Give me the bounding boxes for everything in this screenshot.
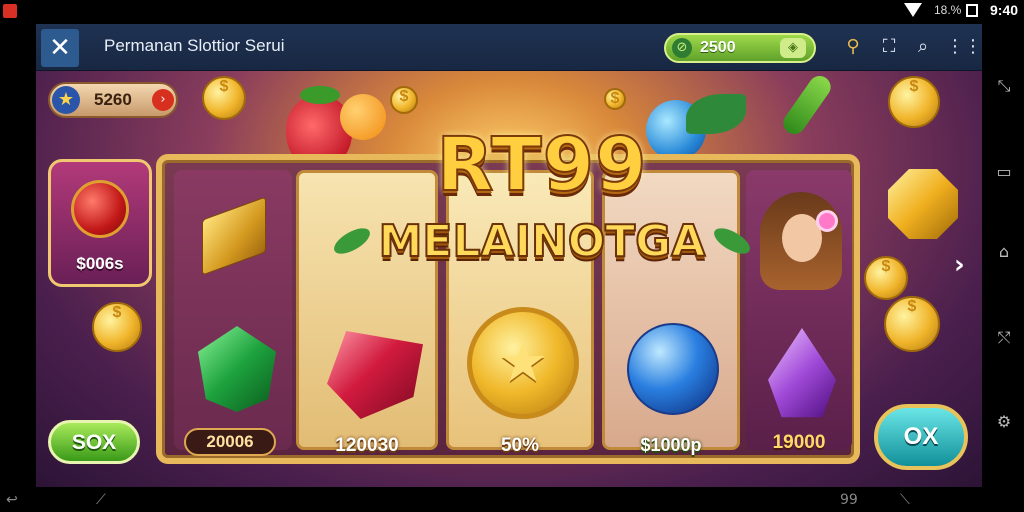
fullscreen-icon[interactable]: ⛶ bbox=[878, 36, 900, 58]
game-logo: RT99 MELAINOTGA bbox=[330, 121, 754, 312]
window-title: Permanan Slottior Serui bbox=[104, 36, 285, 55]
reel-5-value: 19000 bbox=[772, 432, 826, 453]
score-value: 5260 bbox=[94, 90, 132, 109]
floating-coin bbox=[202, 76, 246, 120]
home-icon[interactable]: ⌂ bbox=[994, 242, 1014, 262]
bonus-value: $006s bbox=[76, 254, 124, 273]
bottom-nav: ↩ ⟋ 99 ⟍ bbox=[0, 488, 1024, 512]
lady-portrait-icon bbox=[760, 192, 842, 290]
amethyst-icon bbox=[768, 328, 836, 418]
floating-coin bbox=[390, 86, 418, 114]
nav-left-icon[interactable]: ⟋ bbox=[96, 492, 106, 508]
search-icon[interactable]: ⌕ bbox=[912, 36, 934, 58]
pepper-icon bbox=[779, 71, 835, 139]
reel-1: 20006 bbox=[174, 170, 292, 456]
ruby-icon bbox=[327, 331, 423, 419]
floating-coin bbox=[604, 88, 626, 110]
reel-4-value: $1000p bbox=[640, 435, 702, 455]
logo-title: RT99 bbox=[435, 121, 648, 209]
floating-coin bbox=[884, 296, 940, 352]
battery-icon bbox=[966, 4, 978, 17]
back-icon[interactable]: ↩ bbox=[6, 492, 18, 508]
bottom-nav-text: 99 bbox=[840, 492, 858, 508]
coin-icon: ⊘ bbox=[672, 38, 692, 58]
gold-bar-icon bbox=[202, 196, 266, 276]
emerald-icon bbox=[198, 326, 276, 412]
topaz-gem-icon bbox=[888, 169, 958, 239]
reel-2-value: 120030 bbox=[335, 435, 399, 456]
app-notification-icon bbox=[3, 4, 17, 18]
search-zoom-icon[interactable]: ⚲ bbox=[842, 36, 864, 58]
screenshot-icon[interactable]: ⤡ bbox=[994, 76, 1014, 96]
wifi-icon bbox=[904, 3, 922, 17]
share-icon[interactable]: ⤲ bbox=[994, 328, 1014, 348]
score-arrow-button[interactable]: › bbox=[152, 89, 174, 111]
floating-coin bbox=[864, 256, 908, 300]
reel-1-value: 20006 bbox=[184, 428, 276, 456]
title-bar: ✕ Permanan Slottior Serui ⊘ 2500 ◈ ⚲ ⛶ ⌕… bbox=[36, 24, 982, 71]
recent-apps-icon[interactable]: ▭ bbox=[994, 162, 1014, 182]
flower-icon bbox=[816, 210, 838, 232]
game-window: ✕ Permanan Slottior Serui ⊘ 2500 ◈ ⚲ ⛶ ⌕… bbox=[36, 24, 982, 487]
reel-3-value: 50% bbox=[500, 435, 540, 456]
grid-menu-icon[interactable]: ⋮⋮ bbox=[946, 36, 982, 58]
battery-percent: 18.% bbox=[934, 3, 962, 17]
status-bar: 18.% 9:40 bbox=[0, 0, 1024, 22]
star-icon: ★ bbox=[52, 86, 80, 114]
floating-coin bbox=[888, 76, 940, 128]
score-pill[interactable]: ★ 5260 › bbox=[48, 82, 178, 118]
reel-5: 19000 bbox=[746, 170, 852, 453]
settings-gear-icon[interactable]: ⚙ bbox=[994, 412, 1014, 432]
close-button[interactable]: ✕ bbox=[41, 29, 79, 67]
logo-subtitle: MELAINOTGA bbox=[378, 215, 707, 268]
nav-right-icon[interactable]: ⟍ bbox=[900, 492, 910, 508]
coin-balance[interactable]: ⊘ 2500 ◈ bbox=[664, 33, 816, 63]
star-medal-icon: ★ bbox=[467, 307, 579, 419]
status-clock: 9:40 bbox=[990, 2, 1019, 18]
system-side-rail: ⤡ ▭ ⌂ ⤲ ⚙ bbox=[984, 22, 1024, 488]
left-action-button[interactable]: SOX bbox=[48, 420, 140, 464]
bonus-box[interactable]: $006s bbox=[48, 159, 152, 287]
floating-coin bbox=[92, 302, 142, 352]
next-arrow-icon[interactable]: › bbox=[954, 250, 965, 280]
sapphire-icon bbox=[627, 323, 719, 415]
bonus-orb-icon bbox=[71, 180, 129, 238]
add-coins-button[interactable]: ◈ bbox=[780, 38, 806, 58]
coin-balance-value: 2500 bbox=[700, 39, 736, 56]
spin-button[interactable]: OX bbox=[874, 404, 968, 470]
